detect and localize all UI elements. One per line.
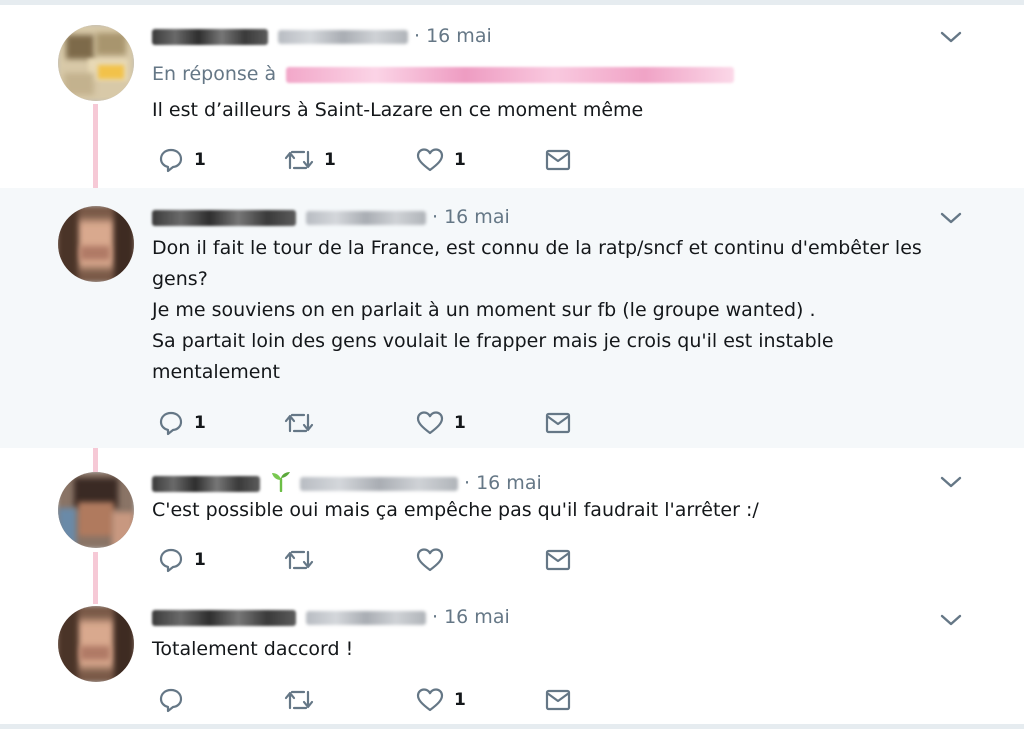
retweet-count: 1 — [324, 150, 336, 170]
date-separator: · — [464, 472, 471, 494]
retweet-button[interactable] — [284, 408, 324, 438]
direct-message-button[interactable] — [544, 685, 572, 715]
tweet-header: · 16 mai — [152, 25, 492, 47]
tweet-text-line: Je me souviens on en parlait à un moment… — [152, 299, 816, 321]
reply-count: 1 — [194, 550, 206, 570]
reply-button[interactable]: 1 — [158, 145, 206, 175]
tweet-text-line: C'est possible oui mais ça empêche pas q… — [152, 499, 759, 521]
tweet-header: · 16 mai — [152, 606, 510, 628]
tweet[interactable]: · 16 mai Totalement daccord ! 1 — [0, 590, 1024, 724]
reply-icon — [158, 147, 184, 173]
reply-button[interactable]: 1 — [158, 408, 206, 438]
sprout-emoji-icon — [270, 470, 292, 497]
reply-context: En réponse à — [152, 63, 735, 85]
user-handle[interactable] — [300, 476, 458, 491]
retweet-icon — [284, 547, 314, 573]
user-display-name[interactable] — [152, 609, 296, 626]
avatar[interactable] — [58, 472, 134, 548]
like-count: 1 — [454, 413, 466, 433]
envelope-icon — [544, 688, 572, 712]
tweet-text-line: mentalement — [152, 361, 280, 383]
retweet-button[interactable] — [284, 685, 324, 715]
avatar[interactable] — [58, 206, 134, 282]
tweet[interactable]: · 16 mai Don il fait le tour de la Franc… — [0, 188, 1024, 448]
tweet-text: Don il fait le tour de la France, est co… — [152, 233, 972, 388]
reply-icon — [158, 687, 184, 713]
tweet-date[interactable]: 16 mai — [444, 206, 510, 228]
direct-message-button[interactable] — [544, 408, 572, 438]
avatar[interactable] — [58, 25, 134, 101]
reply-button[interactable]: 1 — [158, 545, 206, 575]
retweet-icon — [284, 147, 314, 173]
tweet-date[interactable]: 16 mai — [476, 472, 542, 494]
envelope-icon — [544, 148, 572, 172]
bottom-border — [0, 724, 1024, 729]
user-display-name[interactable] — [152, 475, 260, 492]
tweet-header: · 16 mai — [152, 206, 510, 228]
tweet-header: · 16 mai — [152, 470, 542, 497]
tweet-text-line: Totalement daccord ! — [152, 638, 354, 660]
reply-icon — [158, 410, 184, 436]
heart-icon — [416, 547, 444, 573]
like-button[interactable] — [416, 545, 454, 575]
tweet-date[interactable]: 16 mai — [426, 25, 492, 47]
like-count: 1 — [454, 690, 466, 710]
heart-icon — [416, 410, 444, 436]
user-display-name[interactable] — [152, 209, 296, 226]
tweet-text: Il est d’ailleurs à Saint-Lazare en ce m… — [152, 95, 972, 126]
more-options-button[interactable] — [940, 612, 962, 631]
chevron-down-icon — [940, 210, 962, 229]
tweet-date[interactable]: 16 mai — [444, 606, 510, 628]
heart-icon — [416, 147, 444, 173]
heart-icon — [416, 687, 444, 713]
retweet-button[interactable]: 1 — [284, 145, 336, 175]
tweet-text: C'est possible oui mais ça empêche pas q… — [152, 495, 972, 526]
tweet-text-line: gens? — [152, 268, 208, 290]
tweet-text-line: Don il fait le tour de la France, est co… — [152, 237, 922, 259]
reply-button[interactable] — [158, 685, 194, 715]
date-separator: · — [432, 606, 439, 628]
user-handle[interactable] — [306, 610, 426, 625]
like-count: 1 — [454, 150, 466, 170]
like-button[interactable]: 1 — [416, 145, 466, 175]
tweet-text-line: Il est d’ailleurs à Saint-Lazare en ce m… — [152, 99, 644, 121]
like-button[interactable]: 1 — [416, 685, 466, 715]
user-display-name[interactable] — [152, 28, 268, 45]
date-separator: · — [414, 25, 421, 47]
direct-message-button[interactable] — [544, 545, 572, 575]
user-handle[interactable] — [278, 29, 408, 44]
reply-count: 1 — [194, 413, 206, 433]
tweet[interactable]: · 16 mai C'est possible oui mais ça empê… — [0, 448, 1024, 590]
reply-to-mentions[interactable] — [286, 66, 735, 83]
tweet-text-line: Sa partait loin des gens voulait le frap… — [152, 330, 834, 352]
chevron-down-icon — [940, 474, 962, 493]
retweet-icon — [284, 687, 314, 713]
reply-count: 1 — [194, 150, 206, 170]
direct-message-button[interactable] — [544, 145, 572, 175]
reply-icon — [158, 547, 184, 573]
tweet[interactable]: · 16 mai En réponse à Il est d’ailleurs … — [0, 5, 1024, 188]
chevron-down-icon — [940, 612, 962, 631]
envelope-icon — [544, 411, 572, 435]
like-button[interactable]: 1 — [416, 408, 466, 438]
avatar[interactable] — [58, 606, 134, 682]
retweet-icon — [284, 410, 314, 436]
more-options-button[interactable] — [940, 474, 962, 493]
tweet-text: Totalement daccord ! — [152, 634, 972, 665]
more-options-button[interactable] — [940, 29, 962, 48]
date-separator: · — [432, 206, 439, 228]
user-handle[interactable] — [306, 210, 426, 225]
chevron-down-icon — [940, 29, 962, 48]
retweet-button[interactable] — [284, 545, 324, 575]
envelope-icon — [544, 548, 572, 572]
reply-to-label: En réponse à — [152, 63, 277, 85]
more-options-button[interactable] — [940, 210, 962, 229]
